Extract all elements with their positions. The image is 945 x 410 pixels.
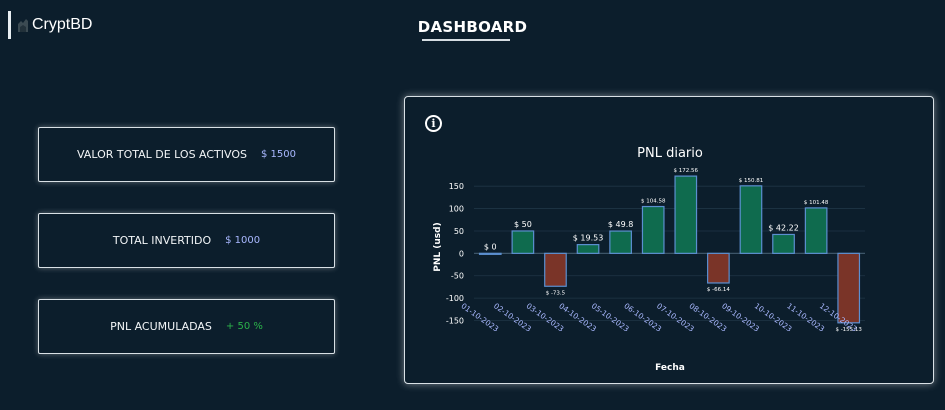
pnl-bar[interactable] — [641, 205, 665, 254]
data-label: $ 19.53 — [573, 234, 604, 243]
data-label: $ 50 — [514, 220, 532, 229]
title-underline — [422, 39, 510, 41]
data-label: $ 0 — [484, 242, 497, 251]
pnl-bar[interactable] — [674, 175, 698, 254]
chart-title: PNL diario — [637, 146, 703, 161]
data-label: $ 49.8 — [608, 220, 633, 229]
page-title: DASHBOARD — [417, 18, 528, 36]
y-tick-label: 100 — [449, 205, 464, 214]
data-label: $ 172.56 — [674, 168, 699, 174]
card-total-assets-label: VALOR TOTAL DE LOS ACTIVOS — [76, 148, 247, 161]
pnl-bar[interactable] — [739, 185, 763, 254]
pnl-chart: PNL diario $ 0 $ 50 $ -73.5 $ 19.53 $ 49.8 $ … — [433, 146, 865, 373]
pnl-bar[interactable] — [772, 233, 795, 254]
y-tick-label: -100 — [446, 294, 464, 303]
pnl-bar[interactable] — [544, 252, 567, 287]
card-total-invested-value: $ 1000 — [225, 235, 261, 246]
x-axis-label: Fecha — [655, 363, 685, 373]
y-tick-label: -150 — [446, 317, 464, 326]
y-tick-label: -50 — [451, 272, 464, 281]
pnl-bar[interactable] — [804, 207, 828, 254]
card-total-assets: VALOR TOTAL DE LOS ACTIVOS $ 1500 — [38, 127, 335, 182]
pnl-bar[interactable] — [609, 230, 632, 254]
y-tick-label: 150 — [449, 182, 464, 191]
card-total-invested: TOTAL INVERTIDO $ 1000 — [38, 213, 335, 268]
data-label: $ 101.48 — [804, 200, 829, 206]
data-label: $ 104.58 — [641, 199, 666, 205]
card-pnl-accumulated-value: + 50 % — [225, 321, 263, 332]
pnl-bar[interactable] — [837, 252, 861, 324]
pnl-bar[interactable] — [707, 252, 730, 284]
card-pnl-accumulated-label: PNL ACUMULADAS — [110, 320, 212, 333]
y-tick-label: 0 — [459, 249, 464, 258]
info-icon[interactable]: i — [425, 115, 442, 132]
y-tick-label: 50 — [454, 227, 464, 236]
data-label: $ -66.14 — [707, 287, 730, 293]
pnl-bar[interactable] — [478, 252, 502, 255]
data-label: $ -73.5 — [546, 290, 566, 296]
card-total-assets-value: $ 1500 — [261, 149, 296, 160]
pnl-bar[interactable] — [576, 244, 600, 254]
card-pnl-accumulated: PNL ACUMULADAS + 50 % — [38, 299, 335, 354]
card-total-invested-label: TOTAL INVERTIDO — [112, 234, 212, 247]
y-axis-label: PNL (usd) — [433, 222, 443, 271]
pnl-chart-panel: i PNL diario $ 0 $ 50 $ -73.5 $ 19.53 $ 49.8… — [404, 96, 934, 384]
data-label: $ 150.81 — [739, 178, 764, 184]
pnl-bar[interactable] — [511, 230, 535, 254]
data-label: $ 42.22 — [768, 223, 799, 232]
